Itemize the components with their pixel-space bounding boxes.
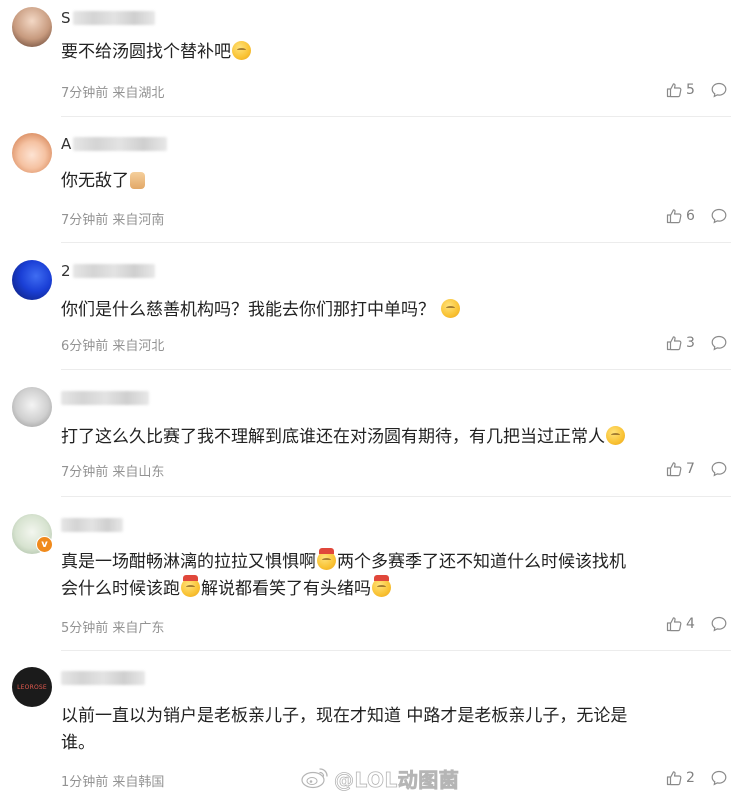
comment-time: 5分钟前 (61, 621, 109, 636)
comment-meta: 7分钟前 来自山东 (61, 461, 164, 480)
verified-badge-icon: v (36, 536, 53, 553)
username[interactable]: 2 (61, 262, 155, 280)
comment-time: 1分钟前 (61, 775, 109, 790)
divider (61, 116, 731, 117)
username-initial: S (61, 9, 71, 27)
watermark-text: @LOL动图菌 (334, 767, 460, 792)
divider (61, 242, 731, 243)
comment-text-line: 以前一直以为销户是老板亲儿子，现在才知道 中路才是老板亲儿子，无论是 (61, 706, 628, 726)
username-blurred (72, 264, 155, 278)
comment-text-line: 真是一场酣畅淋漓的拉拉又惧惧啊 (61, 552, 316, 572)
thumbs-up-icon[interactable] (666, 461, 682, 477)
comment-bubble-icon[interactable] (711, 335, 727, 351)
username[interactable]: A (61, 135, 168, 153)
thumbs-up-icon[interactable] (666, 208, 682, 224)
comment-time: 7分钟前 (61, 86, 109, 101)
thumbs-up-icon[interactable] (666, 770, 682, 786)
thumbs-up-icon[interactable] (666, 616, 682, 632)
username[interactable] (61, 669, 145, 687)
hat-emoji (372, 575, 391, 597)
comment-meta: 5分钟前 来自广东 (61, 617, 164, 636)
comment-item: 打了这么久比赛了我不理解到底谁还在对汤圆有期待，有几把当过正常人 7分钟前 来自… (0, 380, 745, 497)
comment-bubble-icon[interactable] (711, 461, 727, 477)
avatar[interactable] (12, 260, 52, 300)
comment-text: 打了这么久比赛了我不理解到底谁还在对汤圆有期待，有几把当过正常人 (61, 424, 731, 450)
thumbs-up-icon[interactable] (666, 82, 682, 98)
username[interactable] (61, 389, 149, 407)
comment-text-part: 你无敌了 (61, 171, 129, 191)
comment-time: 6分钟前 (61, 339, 109, 354)
comment-text-line: 谁。 (61, 733, 95, 753)
comment-location: 来自广东 (112, 621, 165, 636)
comment-meta: 1分钟前 来自韩国 (61, 771, 164, 790)
like-count: 4 (686, 616, 695, 632)
comment-item: S 要不给汤圆找个替补吧 7分钟前 来自湖北 5 (0, 0, 745, 117)
watermark: @LOL动图菌 (300, 764, 459, 792)
thinking-emoji (606, 426, 625, 445)
comment-location: 来自河南 (112, 213, 165, 228)
divider (61, 369, 731, 370)
comment-location: 来自韩国 (112, 775, 165, 790)
avatar[interactable]: LEOROSE (12, 667, 52, 707)
comment-text-line: 会什么时候该跑 (61, 579, 180, 599)
like-count: 3 (686, 335, 695, 351)
username-blurred (72, 11, 155, 25)
comment-time: 7分钟前 (61, 213, 109, 228)
username-blurred (61, 391, 149, 405)
thinking-emoji (441, 299, 461, 318)
comment-text-line: 两个多赛季了还不知道什么时候该找机 (337, 552, 626, 572)
username[interactable]: S (61, 9, 155, 27)
divider (61, 650, 731, 651)
comment-text: 你无敌了 (61, 168, 731, 194)
comment-meta: 7分钟前 来自河南 (61, 209, 164, 228)
comment-text: 你们是什么慈善机构吗？我能去你们那打中单吗？ (61, 297, 731, 323)
comment-bubble-icon[interactable] (711, 82, 727, 98)
comment-bubble-icon[interactable] (711, 616, 727, 632)
laugh-cry-emoji (232, 41, 251, 60)
like-count: 5 (686, 82, 695, 98)
like-count: 6 (686, 208, 695, 224)
comment-time: 7分钟前 (61, 465, 109, 480)
comment-meta: 6分钟前 来自河北 (61, 335, 164, 354)
username-blurred (61, 518, 123, 532)
comment-text: 以前一直以为销户是老板亲儿子，现在才知道 中路才是老板亲儿子，无论是 谁。 (61, 703, 731, 757)
comment-meta: 7分钟前 来自湖北 (61, 82, 164, 101)
username-initial: A (61, 135, 72, 153)
thumbs-up-emoji (130, 172, 145, 189)
comment-location: 来自河北 (112, 339, 165, 354)
thumbs-up-icon[interactable] (666, 335, 682, 351)
username[interactable] (61, 516, 123, 534)
comment-item: v 真是一场酣畅淋漓的拉拉又惧惧啊 两个多赛季了还不知道什么时候该找机 会什么时候… (0, 507, 745, 650)
comment-text-part: 打了这么久比赛了我不理解到底谁还在对汤圆有期待，有几把当过正常人 (61, 427, 605, 447)
comment-text: 真是一场酣畅淋漓的拉拉又惧惧啊 两个多赛季了还不知道什么时候该找机 会什么时候该跑… (61, 548, 731, 603)
comment-text-line: 解说都看笑了有头绪吗 (201, 579, 371, 599)
username-blurred (61, 671, 145, 685)
comment-location: 来自山东 (112, 465, 165, 480)
avatar[interactable] (12, 133, 52, 173)
comment-item: A 你无敌了 7分钟前 来自河南 6 (0, 126, 745, 243)
comment-text-part: 要不给汤圆找个替补吧 (61, 42, 231, 62)
hat-emoji (181, 575, 200, 597)
avatar[interactable] (12, 7, 52, 47)
comment-location: 来自湖北 (112, 86, 165, 101)
comment-item: 2 你们是什么慈善机构吗？我能去你们那打中单吗？ 6分钟前 来自河北 3 (0, 253, 745, 370)
avatar[interactable] (12, 387, 52, 427)
hat-emoji (317, 548, 336, 570)
weibo-logo-icon (301, 768, 328, 789)
comment-text: 要不给汤圆找个替补吧 (61, 39, 731, 65)
username-initial: 2 (61, 262, 71, 280)
divider (61, 496, 731, 497)
avatar-logo-text: LEOROSE (17, 683, 47, 691)
comment-bubble-icon[interactable] (711, 770, 727, 786)
comment-text-part: 你们是什么慈善机构吗？我能去你们那打中单吗？ (61, 300, 435, 320)
comment-feed: S 要不给汤圆找个替补吧 7分钟前 来自湖北 5 A 你无敌了 7分钟前 来自河… (0, 0, 745, 796)
like-count: 7 (686, 461, 695, 477)
username-blurred (73, 137, 168, 151)
like-count: 2 (686, 770, 695, 786)
comment-bubble-icon[interactable] (711, 208, 727, 224)
